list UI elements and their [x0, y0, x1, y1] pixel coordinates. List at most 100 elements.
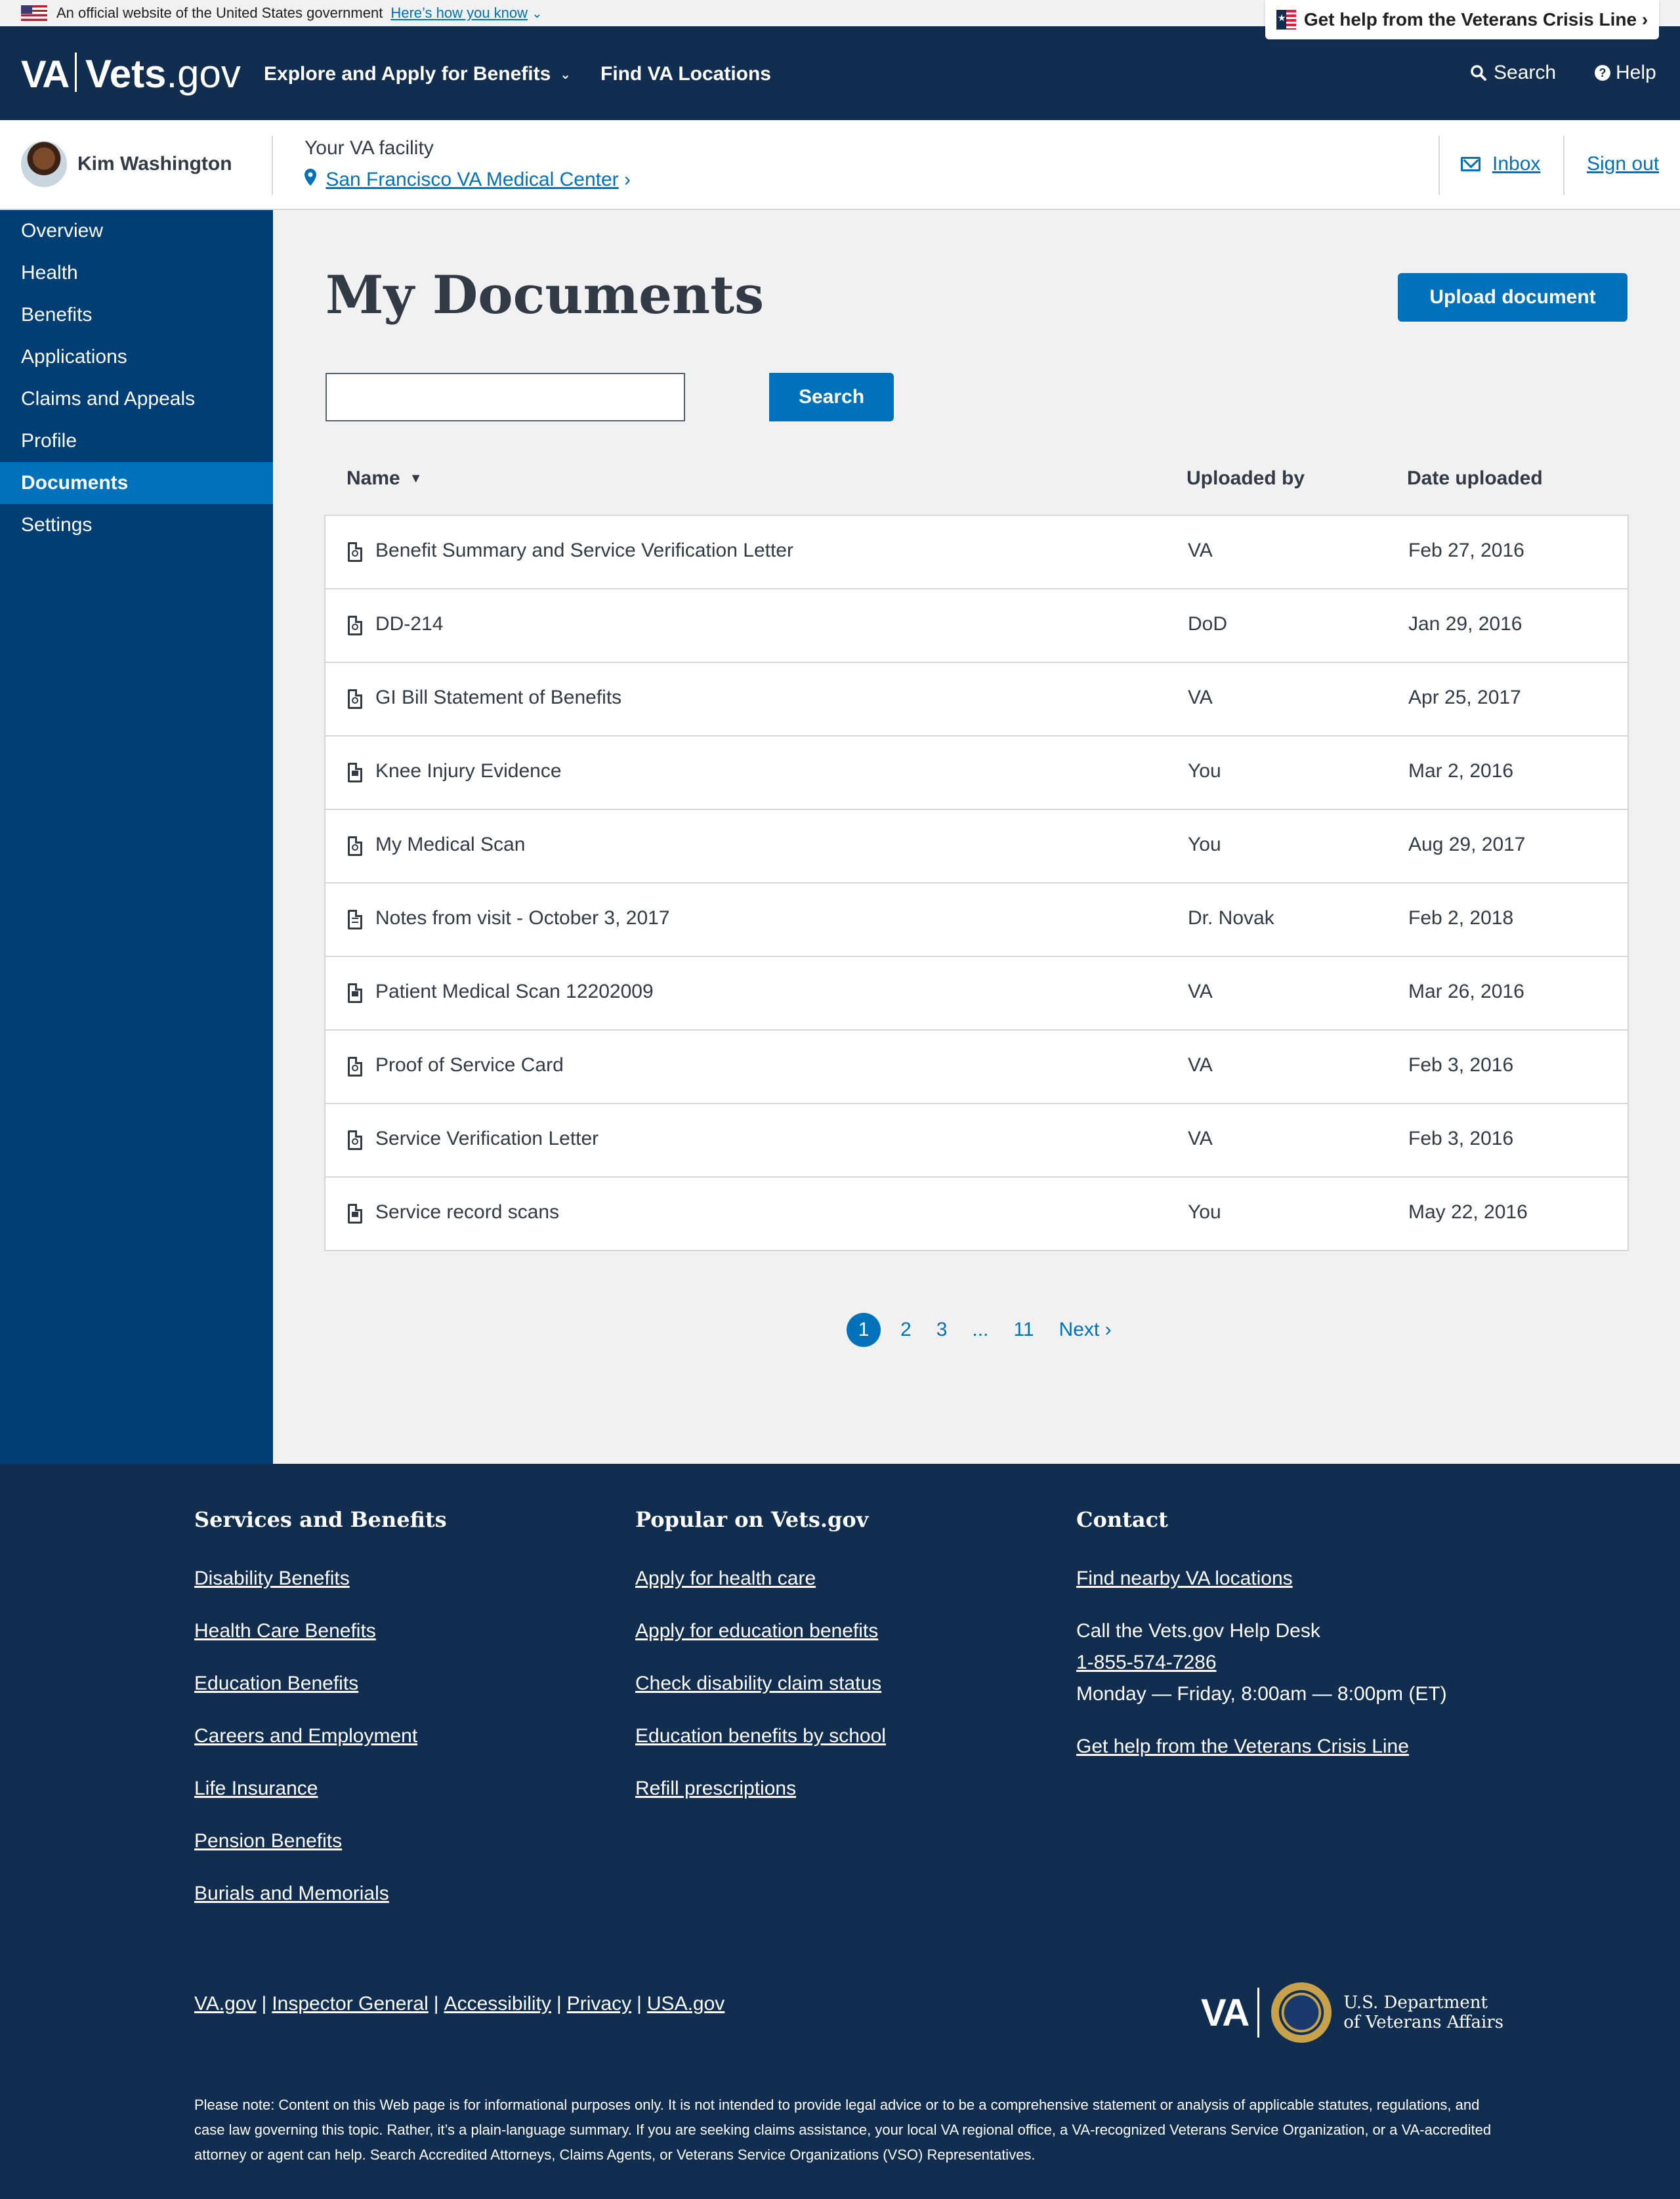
uploaded-by: VA	[1188, 1128, 1213, 1149]
footer-link-education-benefits[interactable]: Education Benefits	[194, 1673, 447, 1725]
date-uploaded: Apr 25, 2017	[1408, 687, 1521, 708]
footer-link-claim-status[interactable]: Check disability claim status	[635, 1673, 886, 1725]
table-row[interactable]: Notes from visit - October 3, 2017 Dr. N…	[326, 884, 1628, 957]
pdf-file-icon	[348, 542, 362, 562]
footer-link-usa-gov[interactable]: USA.gov	[647, 1993, 724, 2015]
footer-heading: Services and Benefits	[194, 1507, 447, 1532]
sidebar-item-settings[interactable]: Settings	[0, 504, 273, 546]
footer-link-apply-health-care[interactable]: Apply for health care	[635, 1568, 886, 1620]
search-button[interactable]: Search	[769, 373, 894, 421]
documents-table: Benefit Summary and Service Verification…	[324, 515, 1629, 1251]
document-name[interactable]: DD-214	[375, 613, 443, 635]
vets-gov-logo[interactable]: Vets.gov	[85, 51, 241, 96]
help-desk-hours: Monday — Friday, 8:00am — 8:00pm (ET)	[1076, 1683, 1447, 1705]
table-row[interactable]: My Medical Scan You Aug 29, 2017	[326, 810, 1628, 884]
table-row[interactable]: Service record scans You May 22, 2016	[326, 1178, 1628, 1250]
crisis-line-flag-icon: ★	[1276, 10, 1296, 30]
facility-link[interactable]: San Francisco VA Medical Center ›	[304, 169, 631, 191]
sidebar-item-claims-and-appeals[interactable]: Claims and Appeals	[0, 378, 273, 420]
find-va-locations-link[interactable]: Find VA Locations	[600, 63, 771, 85]
footer-link-refill-prescriptions[interactable]: Refill prescriptions	[635, 1778, 886, 1830]
document-name[interactable]: Knee Injury Evidence	[375, 760, 562, 782]
explore-benefits-menu[interactable]: Explore and Apply for Benefits ⌄	[264, 63, 571, 85]
footer-heading: Contact	[1076, 1507, 1168, 1532]
sidebar-item-profile[interactable]: Profile	[0, 420, 273, 462]
image-file-icon	[348, 983, 362, 1003]
footer-link-privacy[interactable]: Privacy	[567, 1993, 631, 2015]
table-row[interactable]: GI Bill Statement of Benefits VA Apr 25,…	[326, 663, 1628, 737]
sidebar-nav: Overview Health Benefits Applications Cl…	[0, 210, 273, 1464]
footer-link-find-locations[interactable]: Find nearby VA locations	[1076, 1568, 1447, 1620]
document-name[interactable]: GI Bill Statement of Benefits	[375, 687, 621, 709]
column-header-name[interactable]: Name ▼	[346, 467, 423, 490]
sidebar-item-health[interactable]: Health	[0, 252, 273, 294]
footer-link-pension-benefits[interactable]: Pension Benefits	[194, 1830, 447, 1883]
column-header-date-uploaded[interactable]: Date uploaded	[1407, 467, 1543, 490]
table-row[interactable]: DD-214 DoD Jan 29, 2016	[326, 589, 1628, 663]
document-name[interactable]: Patient Medical Scan 12202009	[375, 981, 654, 1003]
footer-link-benefits-by-school[interactable]: Education benefits by school	[635, 1725, 886, 1778]
column-name-label: Name	[346, 467, 400, 489]
footer-contact-column: Contact Find nearby VA locations Call th…	[1076, 1507, 1447, 1788]
document-name[interactable]: Proof of Service Card	[375, 1054, 564, 1077]
search-input[interactable]	[326, 373, 685, 421]
page-1-current[interactable]: 1	[847, 1313, 881, 1347]
divider	[1563, 136, 1564, 195]
document-name[interactable]: Service record scans	[375, 1201, 559, 1224]
header-help-button[interactable]: ? Help	[1595, 62, 1656, 84]
page-title: My Documents	[326, 264, 765, 326]
footer-link-crisis-line[interactable]: Get help from the Veterans Crisis Line	[1076, 1736, 1447, 1788]
page-3-link[interactable]: 3	[936, 1319, 948, 1341]
veterans-crisis-line-button[interactable]: ★ Get help from the Veterans Crisis Line…	[1265, 0, 1659, 39]
document-name[interactable]: Benefit Summary and Service Verification…	[375, 540, 793, 562]
sidebar-item-applications[interactable]: Applications	[0, 336, 273, 378]
footer-link-health-care-benefits[interactable]: Health Care Benefits	[194, 1620, 447, 1673]
legal-disclaimer: Please note: Content on this Web page is…	[194, 2097, 1492, 2163]
document-name[interactable]: Notes from visit - October 3, 2017	[375, 907, 670, 929]
va-logo[interactable]: VA	[21, 53, 70, 96]
help-desk-phone-link[interactable]: 1-855-574-7286	[1076, 1652, 1447, 1683]
document-name[interactable]: My Medical Scan	[375, 834, 525, 856]
header-search-button[interactable]: Search	[1470, 62, 1556, 84]
sidebar-item-overview[interactable]: Overview	[0, 210, 273, 252]
footer-link-burials-memorials[interactable]: Burials and Memorials	[194, 1883, 447, 1935]
next-page-link[interactable]: Next ›	[1059, 1319, 1112, 1341]
footer-link-disability-benefits[interactable]: Disability Benefits	[194, 1568, 447, 1620]
date-uploaded: Feb 27, 2016	[1408, 540, 1524, 561]
table-row[interactable]: Benefit Summary and Service Verification…	[326, 516, 1628, 589]
sidebar-item-benefits[interactable]: Benefits	[0, 294, 273, 336]
table-row[interactable]: Patient Medical Scan 12202009 VA Mar 26,…	[326, 957, 1628, 1031]
facility-chevron-icon: ›	[624, 169, 631, 190]
table-row[interactable]: Knee Injury Evidence You Mar 2, 2016	[326, 737, 1628, 810]
footer-link-careers-employment[interactable]: Careers and Employment	[194, 1725, 447, 1778]
footer-link-inspector-general[interactable]: Inspector General	[272, 1993, 428, 2015]
va-department-logo[interactable]: VA U.S. Department of Veterans Affairs	[1201, 1982, 1503, 2043]
footer-link-accessibility[interactable]: Accessibility	[444, 1993, 551, 2015]
uploaded-by: DoD	[1188, 613, 1228, 635]
date-uploaded: Feb 3, 2016	[1408, 1054, 1514, 1076]
table-row[interactable]: Service Verification Letter VA Feb 3, 20…	[326, 1104, 1628, 1178]
page-2-link[interactable]: 2	[900, 1319, 912, 1341]
sidebar-item-documents[interactable]: Documents	[0, 462, 273, 504]
footer-heading: Popular on Vets.gov	[635, 1507, 869, 1532]
column-header-uploaded-by[interactable]: Uploaded by	[1186, 467, 1305, 490]
logo-divider	[1257, 1988, 1260, 2038]
upload-document-button[interactable]: Upload document	[1398, 273, 1628, 322]
uploaded-by: Dr. Novak	[1188, 907, 1274, 929]
footer-link-life-insurance[interactable]: Life Insurance	[194, 1778, 447, 1830]
heres-how-you-know-link[interactable]: Here’s how you know	[390, 5, 528, 22]
pdf-file-icon	[348, 616, 362, 635]
table-row[interactable]: Proof of Service Card VA Feb 3, 2016	[326, 1031, 1628, 1104]
inbox-label: Inbox	[1492, 153, 1541, 175]
footer-popular-column: Popular on Vets.gov Apply for health car…	[635, 1507, 886, 1830]
help-label: Help	[1616, 62, 1656, 83]
footer-link-apply-education[interactable]: Apply for education benefits	[635, 1620, 886, 1673]
user-bar: Kim Washington Your VA facility San Fran…	[0, 120, 1680, 210]
facility-name: San Francisco VA Medical Center	[326, 169, 619, 190]
page-11-link[interactable]: 11	[1013, 1319, 1034, 1341]
footer-link-va-gov[interactable]: VA.gov	[194, 1993, 257, 2015]
document-name[interactable]: Service Verification Letter	[375, 1128, 598, 1150]
uploaded-by: You	[1188, 1201, 1221, 1223]
sign-out-link[interactable]: Sign out	[1587, 153, 1659, 175]
inbox-link[interactable]: Inbox	[1461, 153, 1540, 175]
